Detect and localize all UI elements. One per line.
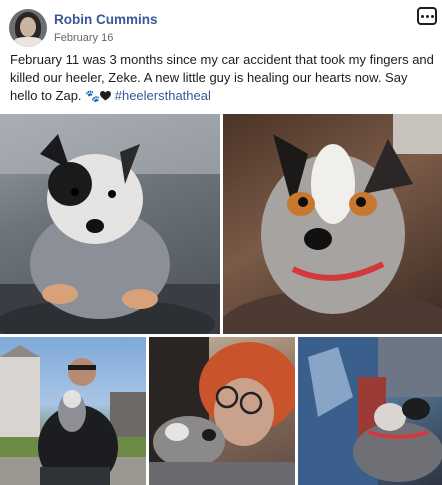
paw-prints-icon: 🐾	[85, 89, 101, 103]
puppy-car-seat-illustration	[0, 114, 220, 334]
avatar[interactable]	[9, 9, 47, 47]
avatar-face	[20, 17, 36, 37]
photo-woman-cuddling-puppy[interactable]	[149, 337, 295, 485]
black-heart-icon	[100, 91, 112, 101]
photo-man-holding-puppy[interactable]	[0, 337, 146, 485]
post-date[interactable]: February 16	[54, 32, 113, 44]
hashtag-link[interactable]: #heelersthatheal	[115, 88, 211, 103]
post-header: Robin Cummins February 16	[0, 0, 442, 52]
photo-puppy-closeup[interactable]	[223, 114, 442, 334]
man-holding-puppy-illustration	[0, 345, 146, 485]
photo-puppy-car-seat[interactable]	[0, 114, 220, 334]
photo-puppy-sleeping-car[interactable]	[298, 337, 442, 485]
avatar-shirt	[13, 37, 43, 47]
post-text: February 11 was 3 months since my car ac…	[10, 51, 435, 105]
author-name[interactable]: Robin Cummins	[54, 12, 158, 27]
puppy-sleeping-car-illustration	[298, 337, 442, 485]
woman-cuddling-puppy-illustration	[149, 337, 295, 485]
puppy-closeup-illustration	[223, 114, 442, 334]
post-body-text: February 11 was 3 months since my car ac…	[10, 52, 434, 103]
more-options-icon[interactable]	[417, 7, 437, 25]
